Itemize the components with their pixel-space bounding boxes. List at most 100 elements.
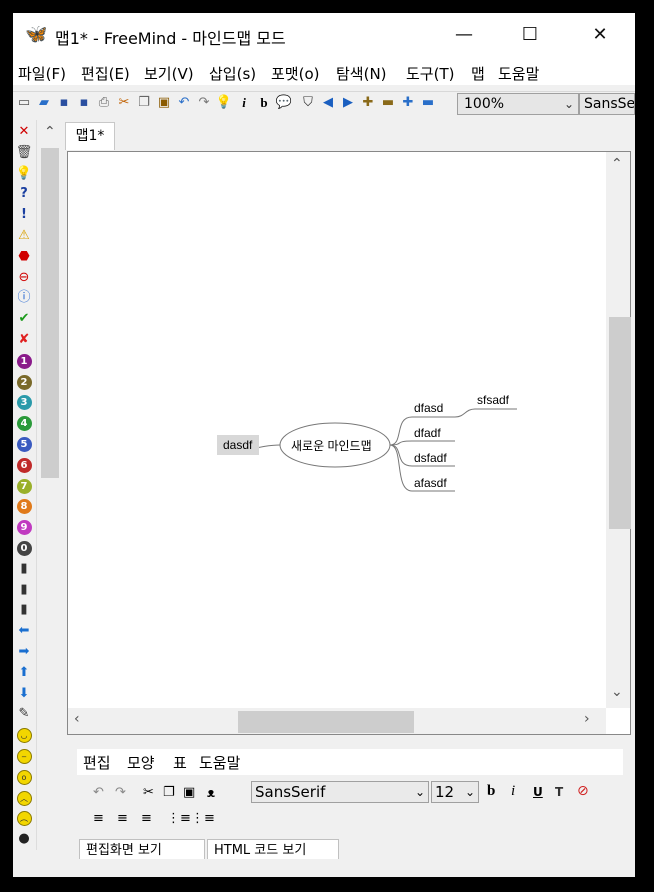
smiley-neutral-icon[interactable]: ‒ <box>15 747 33 765</box>
menu-file[interactable]: 파일(F) <box>18 63 66 84</box>
priority-2-icon[interactable]: 2 <box>15 373 33 391</box>
italic-icon[interactable]: i <box>235 94 253 112</box>
warning-icon[interactable]: ⚠ <box>15 227 33 245</box>
bold-icon[interactable]: b <box>255 94 273 112</box>
undo-icon[interactable]: ↶ <box>93 785 104 800</box>
undo-icon[interactable]: ↶ <box>175 94 193 112</box>
horizontal-scroll-thumb[interactable] <box>238 711 414 733</box>
node-dasdf[interactable]: dasdf <box>217 435 259 455</box>
priority-0-icon[interactable]: 0 <box>15 539 33 557</box>
smiley-amazed-icon[interactable]: o <box>15 768 33 786</box>
copy-icon[interactable]: ❐ <box>163 785 175 800</box>
arrow-forward-icon[interactable]: ▶ <box>339 94 357 112</box>
add-node-icon[interactable]: ✚ <box>359 94 377 112</box>
redo-icon[interactable]: ↷ <box>195 94 213 112</box>
tab-edit-view[interactable]: 편집화면 보기 <box>79 839 205 859</box>
font-select[interactable]: SansSerif <box>579 93 635 115</box>
priority-9-icon[interactable]: 9 <box>15 518 33 536</box>
print-icon[interactable]: ⎙ <box>95 94 113 112</box>
no-entry-icon[interactable]: ⊖ <box>15 269 33 287</box>
menu-map[interactable]: 맵 <box>471 63 485 84</box>
menu-view[interactable]: 보기(V) <box>144 63 194 84</box>
traffic-light-yellow-icon[interactable]: ▮ <box>15 581 33 599</box>
arrow-down-icon[interactable]: ⬇ <box>15 685 33 703</box>
menu-format[interactable]: 포맷(o) <box>271 63 319 84</box>
cross-icon[interactable]: ✘ <box>15 331 33 349</box>
paste-icon[interactable]: ▣ <box>155 94 173 112</box>
filter-icon[interactable]: ⛉ <box>299 94 317 112</box>
bullet-list-icon[interactable]: ⋮≡ <box>167 811 191 826</box>
editor-font-select[interactable]: SansSerif ⌄ <box>251 781 429 803</box>
stop-icon[interactable]: ⬣ <box>15 248 33 266</box>
scroll-thumb[interactable] <box>41 148 59 478</box>
icon-toolbar-scrollbar[interactable]: ⌃ <box>36 120 62 850</box>
priority-1-icon[interactable]: 1 <box>15 352 33 370</box>
cut-icon[interactable]: ✂ <box>143 785 154 800</box>
align-left-icon[interactable]: ≡ <box>93 811 104 826</box>
idea-icon[interactable]: 💡 <box>215 94 233 112</box>
node-sfsadf[interactable]: sfsadf <box>477 393 509 407</box>
underline-icon[interactable]: U <box>533 785 543 799</box>
align-right-icon[interactable]: ≡ <box>141 811 152 826</box>
editor-size-select[interactable]: 12 ⌄ <box>431 781 479 803</box>
save-as-icon[interactable]: ▪ <box>75 94 93 112</box>
vertical-scrollbar[interactable]: ⌃ ⌄ <box>606 152 631 708</box>
vertical-scroll-thumb[interactable] <box>609 317 631 529</box>
scroll-right-icon[interactable]: › <box>584 711 590 727</box>
redo-icon[interactable]: ↷ <box>115 785 126 800</box>
cut-icon[interactable]: ✂ <box>115 94 133 112</box>
smiley-angry-icon[interactable]: ︿ <box>15 789 33 807</box>
editor-menu-edit[interactable]: 편집 <box>83 752 111 773</box>
traffic-light-green-icon[interactable]: ▮ <box>15 601 33 619</box>
paste-icon[interactable]: ▣ <box>183 785 195 800</box>
menu-help[interactable]: 도움말 <box>498 63 539 84</box>
smiley-happy-icon[interactable]: ◡ <box>15 726 33 744</box>
pencil-icon[interactable]: ✎ <box>15 705 33 723</box>
remove-node-icon[interactable]: ▬ <box>379 94 397 112</box>
exclamation-icon[interactable]: ! <box>15 206 33 224</box>
scroll-left-icon[interactable]: ‹ <box>74 711 80 727</box>
new-file-icon[interactable]: ▭ <box>15 94 33 112</box>
minimize-button[interactable]: — <box>441 13 487 59</box>
editor-menu-table[interactable]: 표 <box>173 752 187 773</box>
tab-map1[interactable]: 맵1* <box>65 122 115 150</box>
italic-icon[interactable]: i <box>511 783 515 800</box>
idea-icon[interactable]: 💡 <box>15 165 33 183</box>
zoom-select[interactable]: 100% ⌄ <box>457 93 579 115</box>
mindmap-canvas[interactable]: dasdf 새로운 마인드맵 dfasd dfadf dsfadf afasdf… <box>69 153 605 708</box>
scroll-up-icon[interactable]: ⌃ <box>44 124 56 140</box>
clear-format-icon[interactable]: ⊘ <box>577 783 589 799</box>
menu-navigate[interactable]: 탐색(N) <box>336 63 387 84</box>
trash-icon[interactable]: 🗑 <box>15 144 33 162</box>
priority-8-icon[interactable]: 8 <box>15 497 33 515</box>
node-afasdf[interactable]: afasdf <box>414 476 447 490</box>
menu-insert[interactable]: 삽입(s) <box>209 63 256 84</box>
menu-tools[interactable]: 도구(T) <box>406 63 454 84</box>
maximize-button[interactable]: ☐ <box>507 13 553 59</box>
save-icon[interactable]: ▪ <box>55 94 73 112</box>
check-icon[interactable]: ✔ <box>15 310 33 328</box>
priority-3-icon[interactable]: 3 <box>15 393 33 411</box>
node-dsfadf[interactable]: dsfadf <box>414 451 447 465</box>
close-icon[interactable]: ✕ <box>15 123 33 141</box>
priority-5-icon[interactable]: 5 <box>15 435 33 453</box>
horizontal-scrollbar[interactable]: ‹ › <box>68 708 606 734</box>
traffic-light-red-icon[interactable]: ▮ <box>15 560 33 578</box>
note-bubble-icon[interactable]: 💬 <box>275 94 293 112</box>
scroll-down-icon[interactable]: ⌄ <box>611 684 623 700</box>
zoom-in-icon[interactable]: ✚ <box>399 94 417 112</box>
editor-menu-help[interactable]: 도움말 <box>199 752 240 773</box>
node-dfadf[interactable]: dfadf <box>414 426 441 440</box>
arrow-right-icon[interactable]: ➡ <box>15 643 33 661</box>
priority-6-icon[interactable]: 6 <box>15 456 33 474</box>
menu-edit[interactable]: 편집(E) <box>81 63 130 84</box>
bomb-icon[interactable]: ● <box>15 830 33 848</box>
arrow-left-icon[interactable]: ⬅ <box>15 622 33 640</box>
node-root[interactable]: 새로운 마인드맵 <box>291 437 372 454</box>
smiley-sad-icon[interactable]: ︵ <box>15 809 33 827</box>
align-center-icon[interactable]: ≡ <box>117 811 128 826</box>
zoom-out-icon[interactable]: ▬ <box>419 94 437 112</box>
priority-7-icon[interactable]: 7 <box>15 477 33 495</box>
open-folder-icon[interactable]: ▰ <box>35 94 53 112</box>
question-icon[interactable]: ? <box>15 185 33 203</box>
